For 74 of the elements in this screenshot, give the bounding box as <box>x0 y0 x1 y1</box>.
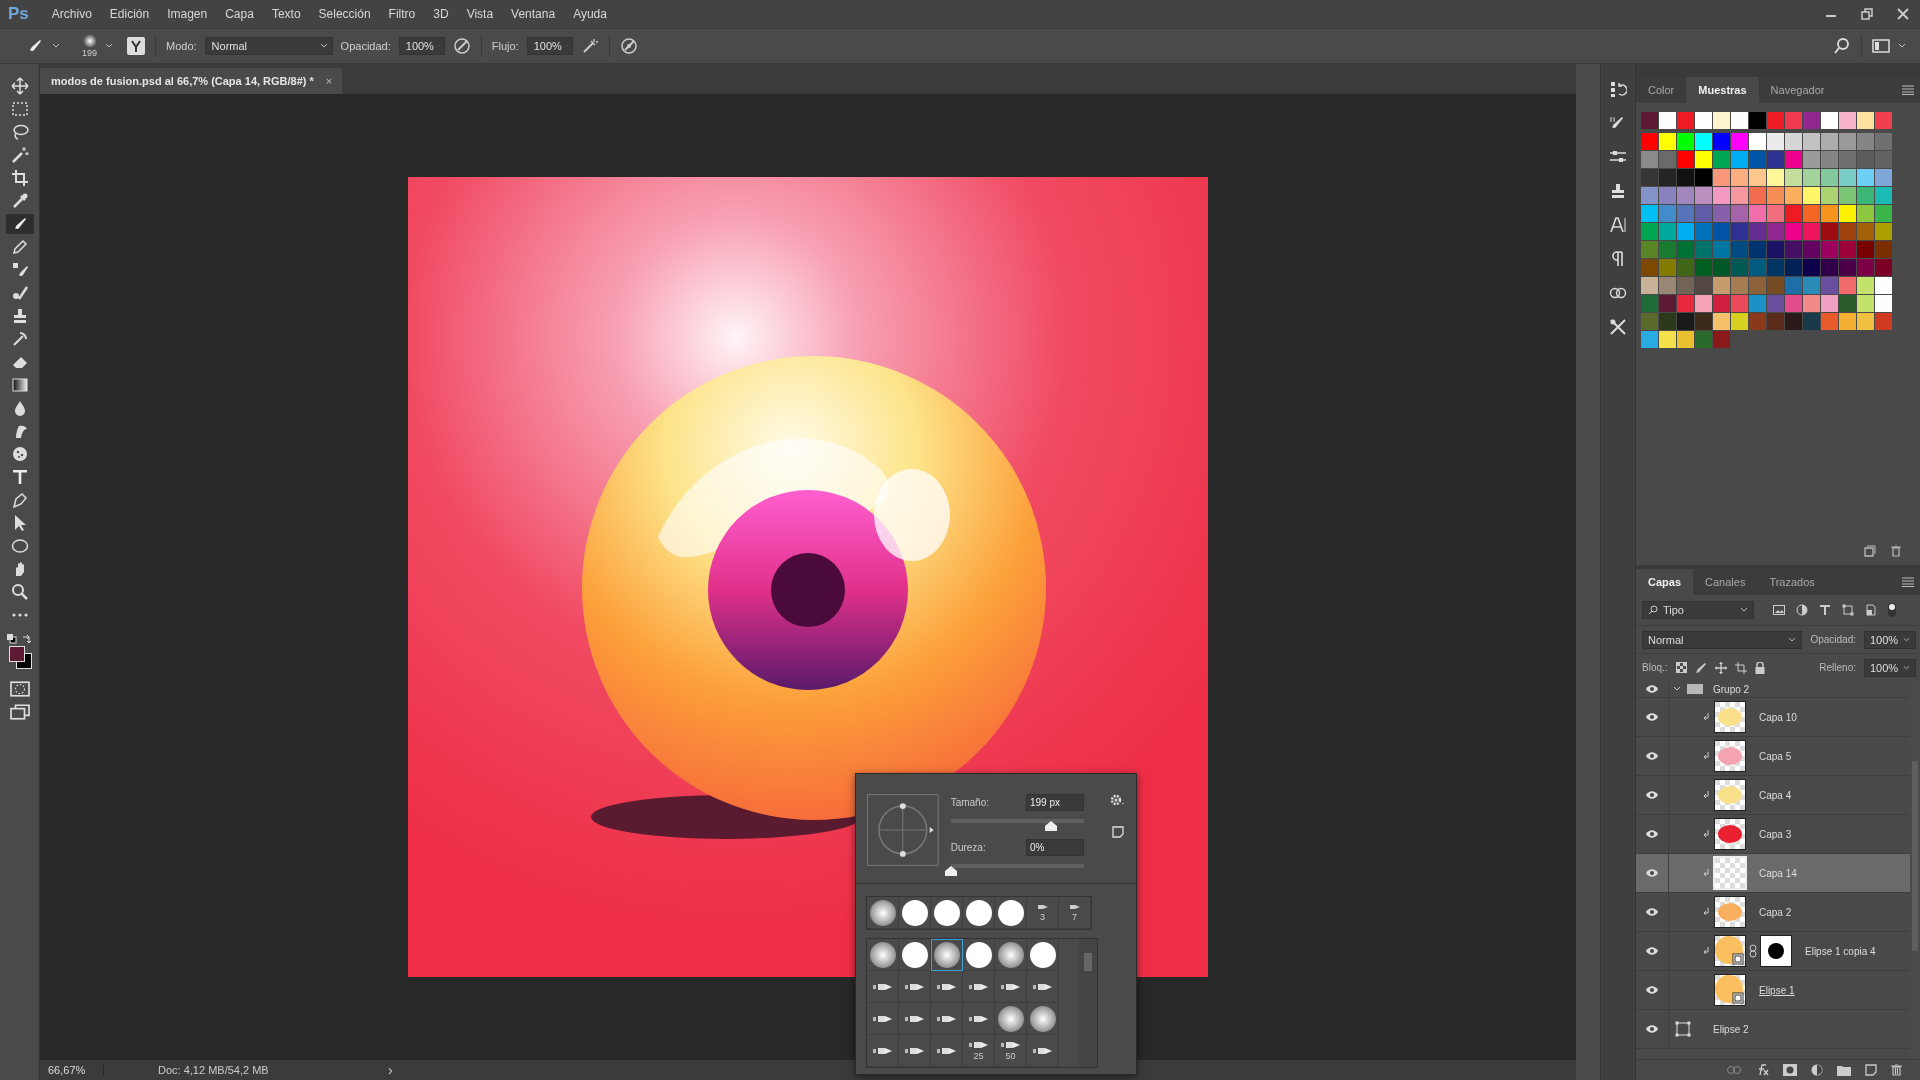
hardness-label: Dureza: <box>950 842 986 853</box>
menu-item[interactable]: Selección <box>309 7 380 21</box>
lock-label: Bloq.: <box>1642 662 1668 673</box>
layer-name: Capa 3 <box>1759 828 1792 840</box>
layer-name: Elipse 1 <box>1759 984 1795 996</box>
brush-preset[interactable]: 3 <box>1027 897 1059 929</box>
layer-name: Capa 10 <box>1759 711 1797 723</box>
brush-size-number: 25 <box>973 1050 984 1061</box>
panel-tab[interactable]: Navegador <box>1758 77 1837 103</box>
flow-field[interactable]: 100% <box>526 37 573 55</box>
layer-name: Capa 2 <box>1759 906 1792 918</box>
layer-row[interactable]: Elipse 1 copia 4 <box>1636 932 1910 971</box>
hardness-field[interactable]: 0% <box>1026 839 1084 856</box>
opacity-value: 100% <box>1870 633 1899 646</box>
layer-filter-dropdown[interactable]: Tipo <box>1642 601 1754 619</box>
layer-row[interactable]: Elipse 2 <box>1636 1010 1910 1049</box>
layer-row[interactable]: Capa 10 <box>1636 698 1910 737</box>
opacity-value: 100% <box>405 40 434 52</box>
layer-name: Grupo 2 <box>1713 683 1750 695</box>
menu-item[interactable]: Texto <box>262 7 310 21</box>
layer-name: Elipse 1 copia 4 <box>1805 945 1876 957</box>
menu-item[interactable]: Capa <box>216 7 263 21</box>
layer-opacity-field[interactable]: 100% <box>1864 630 1916 649</box>
fill-label: Relleno: <box>1819 662 1856 673</box>
menu-item[interactable]: Archivo <box>42 7 101 21</box>
menu-item[interactable]: Filtro <box>379 7 425 21</box>
brush-size-label: 199 <box>82 48 98 58</box>
fill-value: 100% <box>1870 661 1899 674</box>
menu-item[interactable]: Imagen <box>158 7 217 21</box>
brush-preset[interactable]: 25 <box>963 1035 995 1067</box>
menu-item[interactable]: Ayuda <box>564 7 616 21</box>
flow-label: Flujo: <box>491 40 519 52</box>
brush-size-number: 7 <box>1072 911 1077 922</box>
layer-row[interactable]: Elipse 1 <box>1636 971 1910 1010</box>
panel-tab[interactable]: Capas <box>1636 569 1694 595</box>
flow-value: 100% <box>533 40 562 52</box>
app-logo: Ps <box>8 4 29 24</box>
layer-name: Capa 4 <box>1759 789 1792 801</box>
document-tab[interactable]: modos de fusion.psd al 66,7% (Capa 14, RGB/8#) * × <box>40 68 343 94</box>
menu-item[interactable]: Vista <box>457 7 503 21</box>
opacity-field[interactable]: 100% <box>398 37 445 55</box>
mode-label: Modo: <box>166 40 197 52</box>
panel-tab[interactable]: Muestras <box>1686 77 1759 103</box>
menu-item[interactable]: 3D <box>424 7 458 21</box>
document-info: Doc: 4,12 MB/54,2 MB <box>157 1064 270 1076</box>
opacity-label: Opacidad: <box>340 40 391 52</box>
layer-name: Capa 14 <box>1759 867 1797 879</box>
size-field[interactable]: 199 px <box>1026 794 1084 811</box>
mode-value: Normal <box>211 40 248 52</box>
blend-mode-dropdown[interactable]: Normal <box>1642 630 1803 649</box>
filter-value: Tipo <box>1663 604 1685 616</box>
size-label: Tamaño: <box>950 797 989 808</box>
mode-dropdown[interactable]: Normal <box>204 37 333 55</box>
panel-tab[interactable]: Canales <box>1693 569 1758 595</box>
layer-fill-field[interactable]: 100% <box>1864 658 1916 677</box>
menu-item[interactable]: Ventana <box>502 7 565 21</box>
opacity-label: Opacidad: <box>1810 634 1856 645</box>
blend-mode-value: Normal <box>1648 633 1685 646</box>
layer-name: Elipse 2 <box>1713 1023 1749 1035</box>
menu-item[interactable]: Edición <box>100 7 159 21</box>
zoom-level[interactable]: 66,67% <box>40 1064 104 1076</box>
layer-row[interactable]: Capa 4 <box>1636 776 1910 815</box>
brush-size-number: 50 <box>1005 1050 1016 1061</box>
brush-size-number: 3 <box>1040 911 1045 922</box>
layer-name: Capa 5 <box>1759 750 1792 762</box>
brush-preset[interactable]: 7 <box>1059 897 1091 929</box>
panel-tab[interactable]: Trazados <box>1757 569 1827 595</box>
layer-row[interactable]: Capa 5 <box>1636 737 1910 776</box>
layer-row[interactable]: Capa 14 <box>1636 854 1910 893</box>
layer-row[interactable]: Capa 2 <box>1636 893 1910 932</box>
status-arrow[interactable]: › <box>388 1062 393 1078</box>
layer-row[interactable]: Grupo 2 <box>1636 681 1910 698</box>
brush-preset[interactable]: 50 <box>995 1035 1027 1067</box>
panel-tab[interactable]: Color <box>1636 77 1687 103</box>
